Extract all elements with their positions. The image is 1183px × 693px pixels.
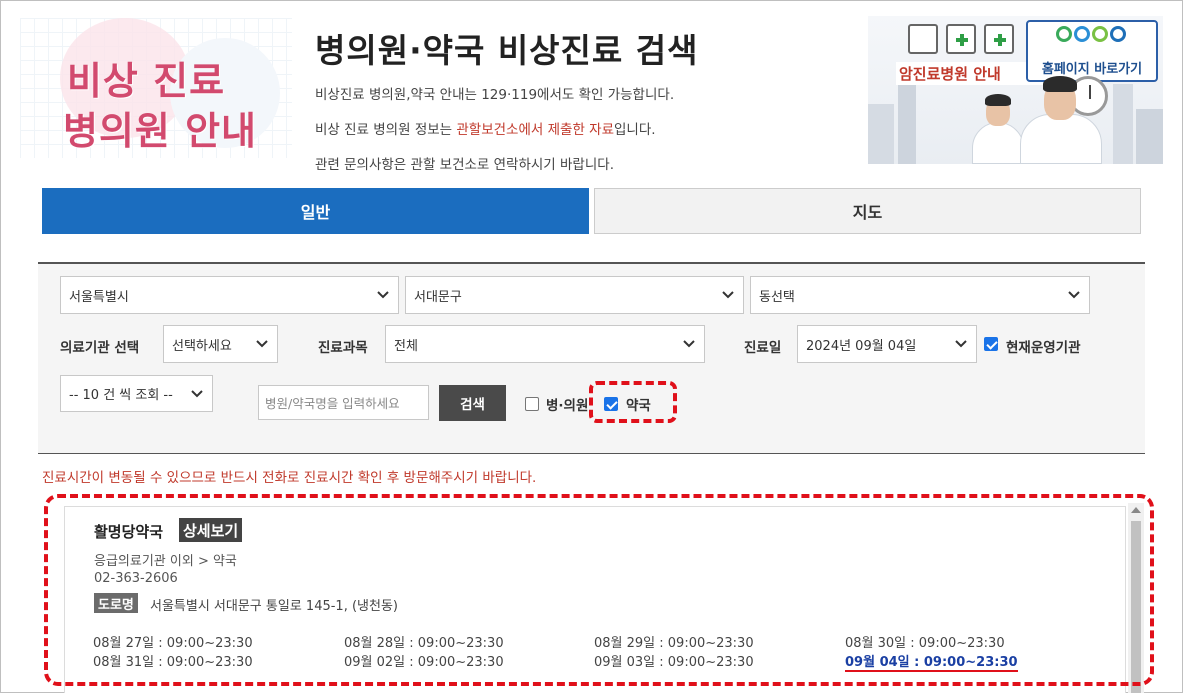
description-line-1: 비상진료 병의원,약국 안내는 129·119에서도 확인 가능합니다. (315, 87, 675, 103)
result-highlight-box (44, 494, 1154, 686)
description-line-3: 관련 문의사항은 관할 보건소로 연락하시기 바랍니다. (315, 157, 614, 173)
city-select[interactable]: 서울특별시 (60, 276, 399, 314)
promo-banner: 암진료병원 안내 홈페이지 바로가기 (868, 16, 1163, 164)
date-label: 진료일 (744, 340, 782, 356)
district-select[interactable]: 서대문구 (405, 276, 744, 314)
pharmacy-highlight-box (589, 381, 677, 423)
date-select-value: 2024년 09월 04일 (806, 338, 917, 354)
chevron-down-icon (682, 336, 696, 350)
logo-line-1: 비상 진료 (66, 59, 226, 103)
chevron-down-icon (721, 287, 735, 301)
cancer-hospital-link[interactable]: 암진료병원 안내 (896, 24, 1056, 86)
facility-select[interactable]: 선택하세요 (163, 325, 278, 363)
hospital-checkbox[interactable] (525, 397, 539, 411)
medical-cross-icon (946, 24, 976, 54)
hospital-building-icon (908, 24, 938, 54)
department-select[interactable]: 전체 (385, 325, 705, 363)
page-size-value: -- 10 건 씩 조회 -- (69, 388, 173, 403)
search-button[interactable]: 검색 (439, 385, 506, 421)
emergency-logo: 비상 진료 병의원 안내 (20, 18, 292, 158)
page-title: 병의원·약국 비상진료 검색 (315, 31, 699, 70)
notice-text: 진료시간이 변동될 수 있으므로 반드시 전화로 진료시간 확인 후 방문해주시… (42, 470, 537, 486)
chevron-down-icon (1067, 287, 1081, 301)
chevron-down-icon (190, 386, 204, 400)
tab-general[interactable]: 일반 (42, 188, 589, 234)
facility-label: 의료기관 선택 (60, 340, 140, 356)
page-header: 비상 진료 병의원 안내 병의원·약국 비상진료 검색 비상진료 병의원,약국 … (0, 0, 1183, 185)
egen-logo-icon (1056, 26, 1126, 42)
chevron-down-icon (376, 287, 390, 301)
page-size-select[interactable]: -- 10 건 씩 조회 -- (60, 375, 213, 412)
city-select-value: 서울특별시 (69, 289, 129, 305)
facility-select-value: 선택하세요 (172, 338, 232, 354)
chevron-down-icon (255, 336, 269, 350)
hospital-checkbox-label: 병·의원 (546, 398, 589, 414)
logo-line-2: 병의원 안내 (62, 109, 258, 153)
district-select-value: 서대문구 (414, 289, 462, 305)
tab-map[interactable]: 지도 (594, 188, 1141, 234)
current-operating-label: 현재운영기관 (1006, 340, 1081, 356)
dong-select[interactable]: 동선택 (750, 276, 1090, 314)
chevron-down-icon (954, 336, 968, 350)
current-operating-checkbox[interactable] (984, 337, 998, 351)
ambulance-icon (984, 24, 1014, 54)
date-select[interactable]: 2024년 09월 04일 (797, 325, 977, 363)
department-select-value: 전체 (394, 338, 418, 354)
dong-select-value: 동선택 (759, 289, 795, 305)
doctor-illustration-2 (1016, 70, 1106, 164)
source-highlight: 관할보건소에서 제출한 자료 (456, 122, 614, 138)
name-search-input[interactable]: 병원/약국명을 입력하세요 (258, 385, 429, 420)
description-line-2: 비상 진료 병의원 정보는 관할보건소에서 제출한 자료입니다. (315, 122, 656, 138)
department-label: 진료과목 (318, 340, 368, 356)
